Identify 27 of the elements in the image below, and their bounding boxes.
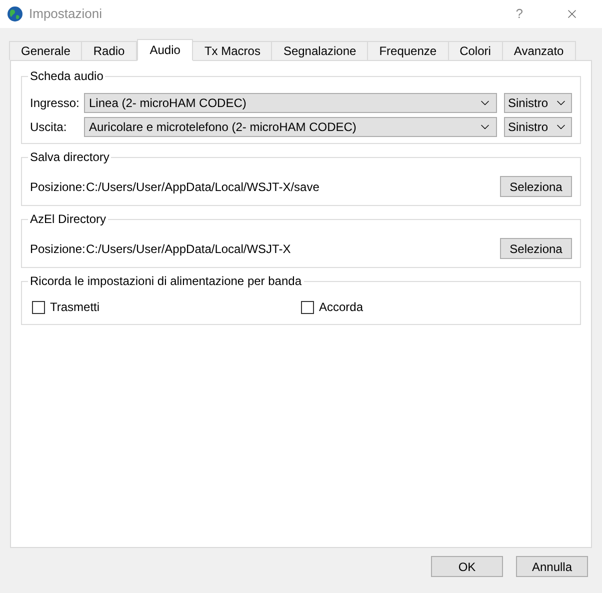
channel-dropdown[interactable]: Sinistro [504, 117, 572, 137]
device-dropdown[interactable]: Linea (2- microHAM CODEC) [84, 93, 497, 113]
field-label: Posizione: [30, 240, 86, 258]
field-label: Ingresso: [30, 95, 80, 112]
field-label: Posizione: [30, 178, 86, 196]
device-dropdown[interactable]: Auricolare e microtelefono (2- microHAM CODEC) [84, 117, 497, 137]
tab[interactable]: Audio [136, 39, 194, 61]
tab[interactable]: Radio [81, 41, 137, 60]
group-title: AzEl Directory [28, 211, 108, 227]
checkbox[interactable]: Accorda [301, 298, 570, 316]
checkbox[interactable]: Trasmetti [32, 298, 301, 316]
dialog-button[interactable]: OK [431, 556, 503, 577]
tab[interactable]: Generale [9, 41, 82, 60]
globe-icon [7, 6, 23, 22]
dialog-button[interactable]: Annulla [516, 556, 588, 577]
group-title: Salva directory [28, 149, 112, 165]
path-text: C:/Users/User/AppData/Local/WSJT-X [86, 240, 292, 258]
window-title: Impostazioni [29, 5, 102, 24]
tab[interactable]: Frequenze [367, 41, 449, 60]
path-text: C:/Users/User/AppData/Local/WSJT-X/save [86, 178, 320, 196]
tab[interactable]: Segnalazione [271, 41, 368, 60]
select-button[interactable]: Seleziona [500, 238, 572, 259]
group-title: Ricorda le impostazioni di alimentazione per banda [28, 273, 304, 289]
channel-dropdown[interactable]: Sinistro [504, 93, 572, 113]
select-button[interactable]: Seleziona [500, 176, 572, 197]
tab[interactable]: Avanzato [502, 41, 576, 60]
field-label: Uscita: [30, 119, 68, 136]
